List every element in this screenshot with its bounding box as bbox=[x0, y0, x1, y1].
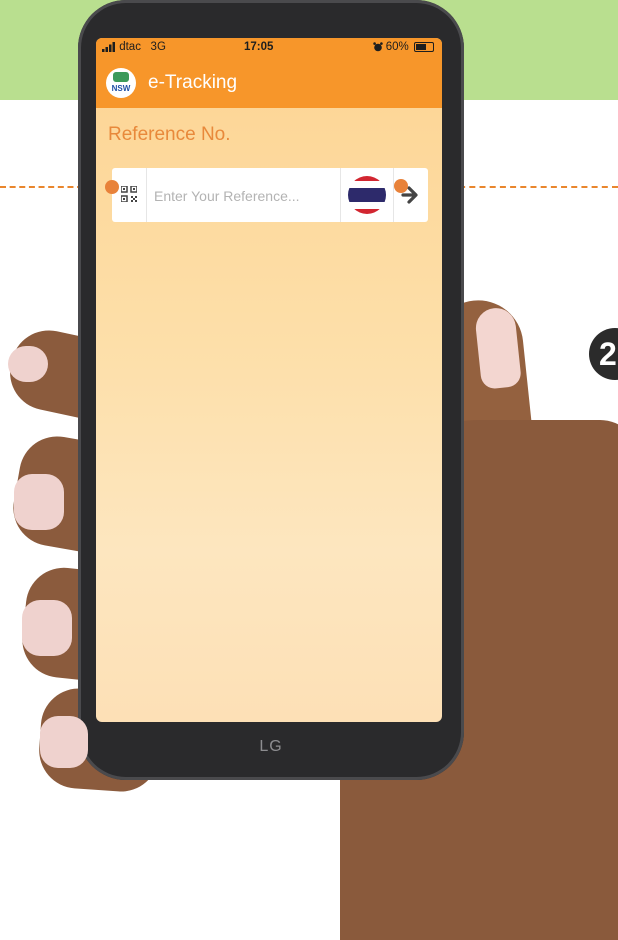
reference-search-bar bbox=[112, 168, 428, 222]
language-flag-button[interactable] bbox=[340, 168, 394, 222]
qr-scan-button[interactable] bbox=[112, 168, 147, 222]
step-badge: 2 bbox=[589, 328, 618, 380]
callout-dot-qr bbox=[105, 180, 119, 194]
finger-nail bbox=[22, 600, 72, 656]
alarm-icon bbox=[372, 42, 383, 52]
reference-label: Reference No. bbox=[108, 124, 231, 145]
submit-button[interactable] bbox=[393, 168, 428, 222]
signal-bars-icon bbox=[102, 41, 115, 52]
finger-nail bbox=[14, 474, 64, 530]
status-time: 17:05 bbox=[244, 41, 274, 53]
app-header: NSW e-Tracking bbox=[96, 58, 442, 108]
battery-icon bbox=[414, 41, 434, 52]
phone-brand-logo: LG bbox=[259, 738, 283, 755]
callout-dot-flag bbox=[394, 179, 408, 193]
phone-screen: dtac 3G 17:05 60% NSW e-Tracking Referen… bbox=[96, 38, 442, 722]
finger-nail bbox=[40, 716, 88, 768]
network-type: 3G bbox=[150, 41, 166, 53]
finger-nail bbox=[8, 346, 48, 382]
battery-percent: 60% bbox=[385, 41, 409, 53]
app-title: e-Tracking bbox=[148, 72, 238, 93]
qr-code-icon bbox=[121, 186, 137, 202]
carrier-name: dtac bbox=[119, 41, 141, 53]
nsw-logo: NSW bbox=[106, 68, 136, 98]
thailand-flag-icon bbox=[348, 176, 386, 214]
reference-input[interactable] bbox=[152, 178, 346, 214]
logo-text: NSW bbox=[111, 84, 131, 93]
status-bar: dtac 3G 17:05 60% bbox=[96, 38, 442, 58]
